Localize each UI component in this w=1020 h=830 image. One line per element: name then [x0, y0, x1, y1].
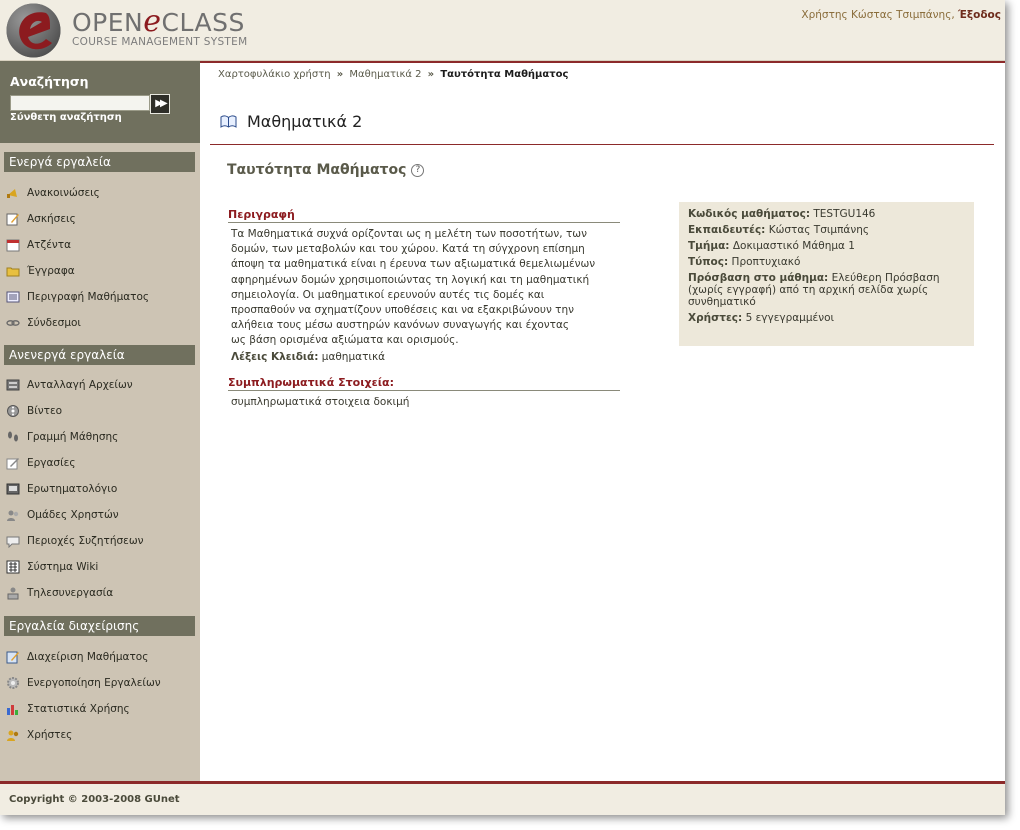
speech-bubble-icon	[6, 536, 20, 548]
sidebar-item-questionnaire[interactable]: Ερωτηματολόγιο	[6, 480, 117, 498]
course-info-box: Κωδικός μαθήματος: TESTGU146 Εκπαιδευτές…	[679, 202, 974, 346]
keywords: Λέξεις Κλειδιά: μαθηματικά	[231, 351, 385, 363]
breadcrumb: Χαρτοφυλάκιο χρήστη » Μαθηματικά 2 » Ταυ…	[218, 69, 568, 80]
info-access: Πρόσβαση στο μάθημα: Ελεύθερη Πρόσβαση (…	[688, 272, 940, 308]
questionnaire-icon	[6, 483, 20, 495]
sidebar-item-users[interactable]: Χρήστες	[6, 726, 72, 744]
app-window: OPENeCLASS COURSE MANAGEMENT SYSTEM Χρήσ…	[0, 0, 1005, 815]
sidebar-item-assignments[interactable]: Εργασίες	[6, 454, 75, 472]
extra-info-label: Συμπληρωματικά Στοιχεία:	[228, 376, 620, 391]
logout-link[interactable]: Έξοδος	[958, 9, 1001, 21]
search-go-button[interactable]: ▶▶	[150, 94, 170, 114]
user-name: Χρήστης Κώστας Τσιμπάνης,	[801, 9, 955, 21]
info-teachers: Εκπαιδευτές: Κώστας Τσιμπάνης	[688, 224, 870, 236]
sidebar-item-course-admin[interactable]: Διαχείριση Μαθήματος	[6, 648, 148, 666]
openeclass-logo-icon[interactable]	[6, 3, 61, 58]
sidebar-item-usage-stats[interactable]: Στατιστικά Χρήσης	[6, 700, 130, 718]
breadcrumb-portfolio-link[interactable]: Χαρτοφυλάκιο χρήστη	[218, 69, 331, 80]
breadcrumb-course-link[interactable]: Μαθηματικά 2	[349, 69, 421, 80]
info-department: Τμήμα: Δοκιμαστικό Μάθημα 1	[688, 240, 855, 252]
book-icon	[220, 115, 237, 128]
keywords-label: Λέξεις Κλειδιά:	[231, 351, 319, 363]
sidebar-item-video[interactable]: Βίντεο	[6, 402, 62, 420]
description-label: Περιγραφή	[228, 208, 620, 223]
sidebar-item-wiki[interactable]: Σύστημα Wiki	[6, 558, 98, 576]
bar-chart-icon	[7, 705, 18, 715]
sidebar-item-documents[interactable]: Έγγραφα	[6, 262, 75, 280]
film-reel-icon	[7, 405, 19, 417]
course-admin-icon	[6, 651, 19, 664]
inactive-tools-header: Ανενεργά εργαλεία	[4, 345, 195, 365]
sidebar-item-teleconference[interactable]: Τηλεσυνεργασία	[6, 584, 113, 602]
pencil-paper-icon	[6, 213, 19, 226]
logo-wordmark: OPENeCLASS COURSE MANAGEMENT SYSTEM	[72, 4, 248, 49]
link-icon	[6, 320, 20, 326]
admin-tools-header: Εργαλεία διαχείρισης	[4, 616, 195, 636]
users-icon	[7, 730, 19, 741]
breadcrumb-separator: »	[336, 69, 344, 80]
user-group-icon	[7, 510, 19, 521]
active-tools-header: Ενεργά εργαλεία	[4, 152, 195, 172]
sidebar-item-agenda[interactable]: Ατζέντα	[6, 236, 71, 254]
header: OPENeCLASS COURSE MANAGEMENT SYSTEM Χρήσ…	[0, 0, 1005, 61]
megaphone-icon	[7, 189, 17, 198]
search-panel: Αναζήτηση ▶▶ Σύνθετη αναζήτηση	[0, 61, 200, 143]
calendar-icon	[6, 239, 20, 252]
sidebar: Αναζήτηση ▶▶ Σύνθετη αναζήτηση Ενεργά ερ…	[0, 61, 200, 781]
info-users: Χρήστες: 5 εγγεγραμμένοι	[688, 312, 835, 324]
keywords-value: μαθηματικά	[321, 351, 386, 363]
copyright: Copyright © 2003-2008 GUnet	[9, 794, 180, 805]
info-code: Κωδικός μαθήματος: TESTGU146	[688, 208, 876, 220]
help-icon[interactable]: ?	[411, 163, 425, 177]
breadcrumb-current: Ταυτότητα Μαθήματος	[440, 69, 569, 80]
page-title: Ταυτότητα Μαθήματος ?	[227, 162, 425, 178]
conference-icon	[7, 587, 19, 600]
sidebar-item-learning-path[interactable]: Γραμμή Μάθησης	[6, 428, 118, 446]
description-text: Τα Μαθηματικά συχνά ορίζονται ως η μελέτ…	[231, 228, 596, 347]
sidebar-item-links[interactable]: Σύνδεσμοι	[6, 314, 81, 332]
info-type: Τύπος: Προπτυχιακό	[688, 256, 801, 268]
sidebar-item-course-description[interactable]: Περιγραφή Μαθήματος	[6, 288, 149, 306]
extra-info-value: συμπληρωματικά στοιχεια δοκιμή	[231, 396, 410, 408]
assignment-icon	[6, 458, 19, 470]
search-input[interactable]	[10, 95, 150, 111]
wiki-icon	[6, 560, 20, 574]
sidebar-item-forums[interactable]: Περιοχές Συζητήσεων	[6, 532, 144, 550]
sidebar-item-activate-tools[interactable]: Ενεργοποίηση Εργαλείων	[6, 674, 161, 692]
sidebar-item-user-groups[interactable]: Ομάδες Χρηστών	[6, 506, 119, 524]
course-title: Μαθηματικά 2	[220, 112, 362, 131]
user-info: Χρήστης Κώστας Τσιμπάνης, Έξοδος	[801, 9, 1001, 21]
list-icon	[6, 291, 20, 303]
sidebar-item-announcements[interactable]: Ανακοινώσεις	[6, 184, 100, 202]
folder-icon	[6, 267, 20, 277]
gear-icon	[7, 677, 19, 689]
footprints-icon	[8, 431, 18, 442]
top-divider	[200, 61, 1005, 63]
logo-subtitle: COURSE MANAGEMENT SYSTEM	[72, 36, 248, 48]
advanced-search-link[interactable]: Σύνθετη αναζήτηση	[10, 112, 122, 123]
title-divider	[210, 144, 994, 145]
course-title-text: Μαθηματικά 2	[247, 112, 363, 131]
footer: Copyright © 2003-2008 GUnet	[0, 781, 1005, 815]
file-exchange-icon	[6, 379, 20, 391]
sidebar-item-exercises[interactable]: Ασκήσεις	[6, 210, 76, 228]
breadcrumb-separator: »	[427, 69, 435, 80]
sidebar-item-file-exchange[interactable]: Ανταλλαγή Αρχείων	[6, 376, 133, 394]
search-title: Αναζήτηση	[10, 74, 89, 89]
